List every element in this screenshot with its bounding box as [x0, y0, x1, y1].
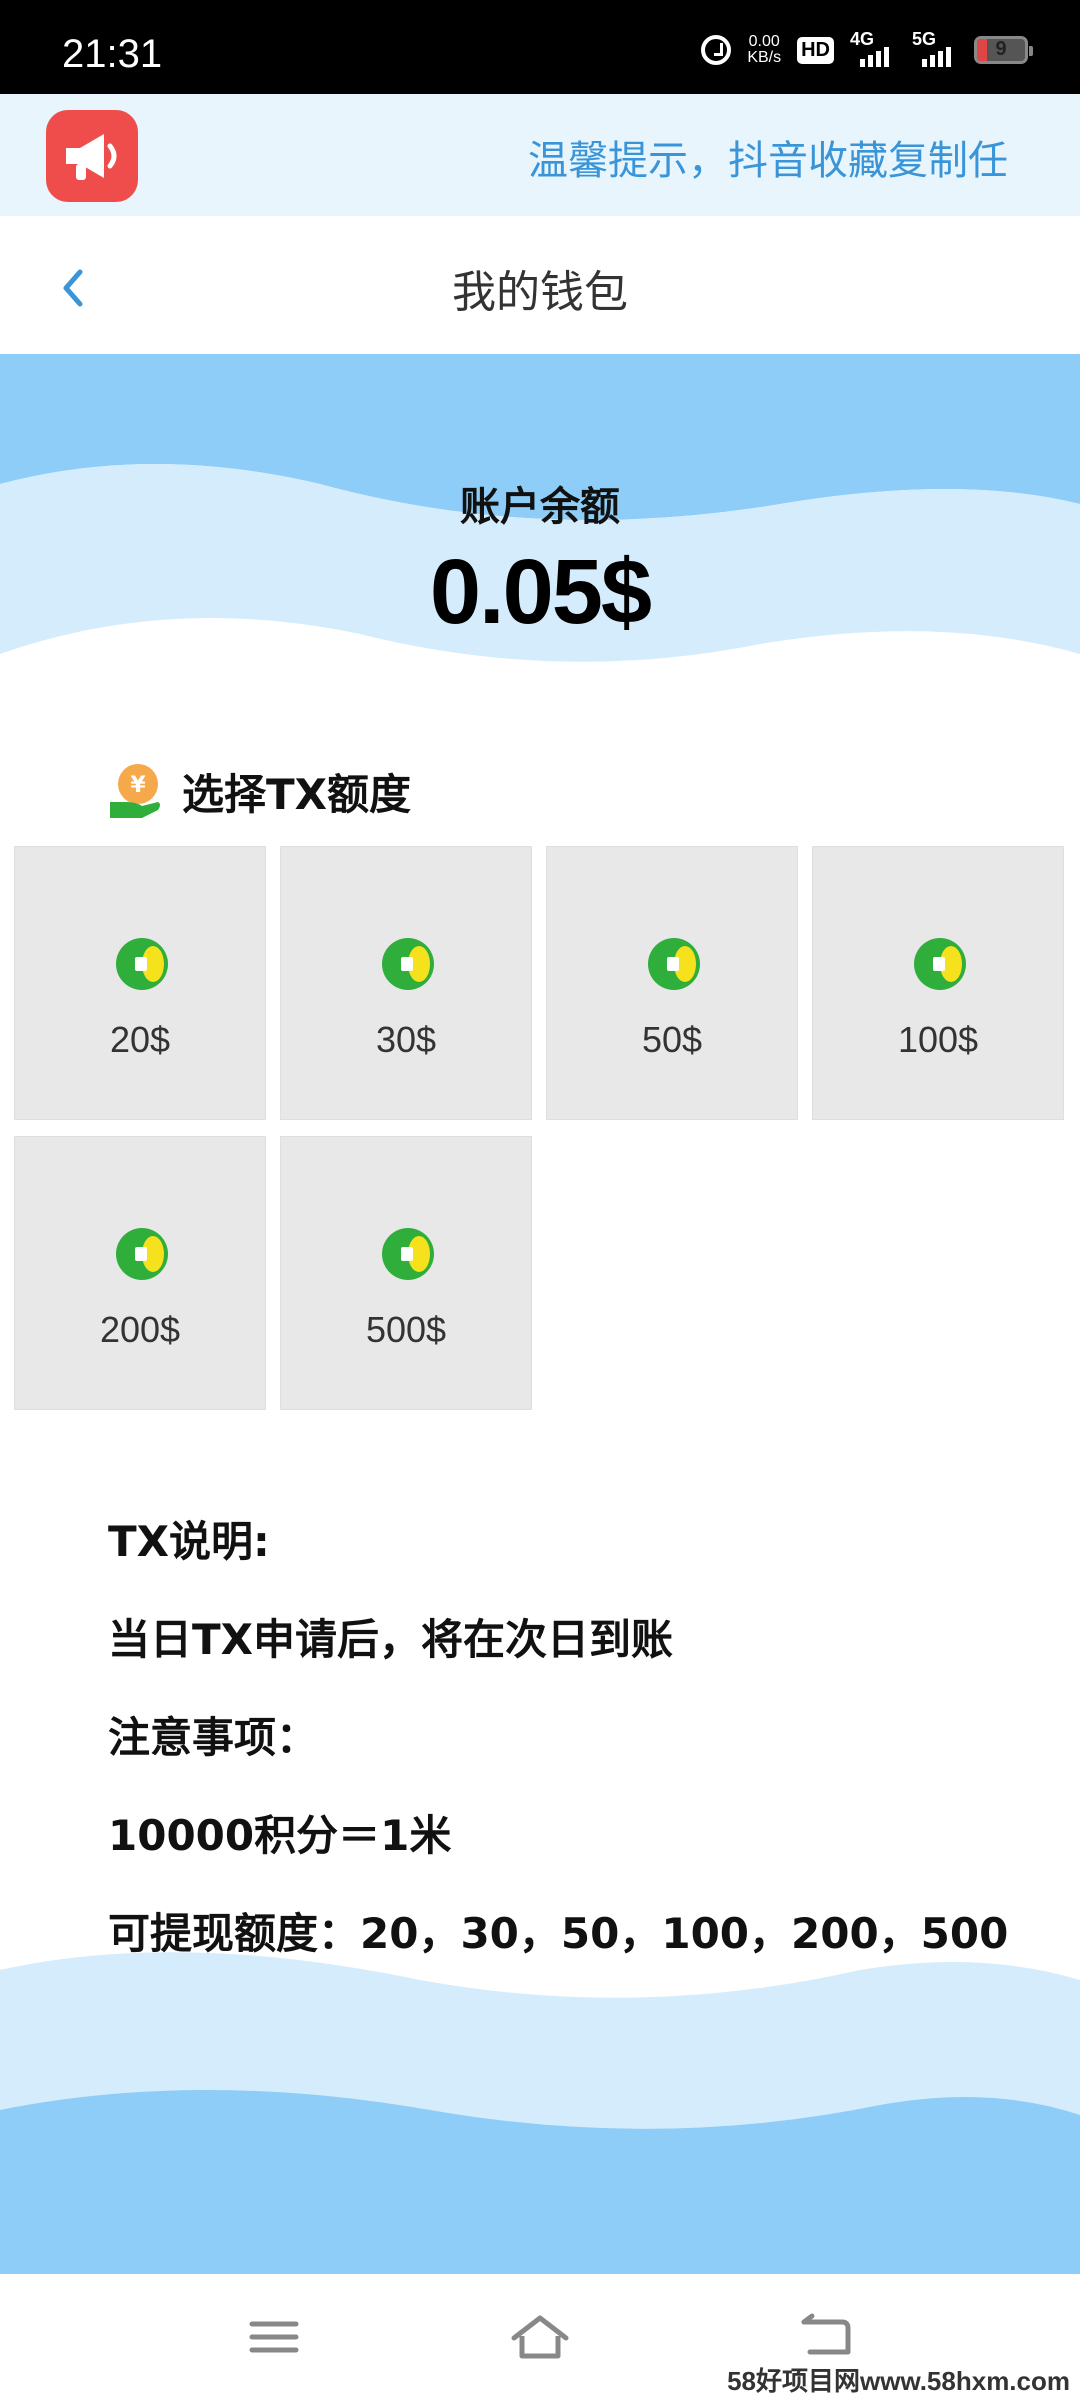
balance-panel: 账户余额 0.05$: [0, 354, 1080, 684]
battery-icon: 9: [974, 36, 1033, 64]
notice-heading: 注意事项：: [108, 1713, 319, 1762]
coin-icon: [116, 1228, 168, 1280]
withdraw-info: TX说明: 当日TX申请后，将在次日到账 注意事项： 10000积分＝1米 可提…: [108, 1512, 1038, 2002]
alarm-icon: [701, 35, 732, 65]
balance-amount: 0.05$: [429, 541, 652, 643]
battery-level: 9: [995, 38, 1007, 60]
option-label: 20$: [109, 1019, 171, 1060]
coin-icon: [914, 938, 966, 990]
watermark: 58好项目网www.58hxm.com: [723, 2361, 1074, 2398]
option-card[interactable]: 50$: [546, 846, 798, 1120]
menu-button[interactable]: [244, 2312, 304, 2362]
info-line: 10000积分＝1米: [108, 1811, 452, 1860]
amount-options: 20$ 30$ 50$ 100$ 200$ 500$: [14, 846, 1066, 1410]
option-label: 50$: [641, 1019, 703, 1060]
notice-bar: 温馨提示，抖音收藏复制任: [0, 94, 1080, 216]
signal-icon-sim1: 4G: [850, 29, 896, 67]
option-card[interactable]: 20$: [14, 846, 266, 1120]
home-icon: [511, 2315, 569, 2359]
coin-icon: [648, 938, 700, 990]
coin-icon: [116, 938, 168, 990]
option-card[interactable]: 200$: [14, 1136, 266, 1410]
status-icons: 0.00 KB/s HD 4G 5G 9: [701, 29, 1033, 70]
status-time: 21:31: [62, 32, 163, 76]
yuan-hand-icon: ¥: [110, 764, 160, 818]
home-button[interactable]: [510, 2312, 570, 2362]
coin-icon: [382, 1228, 434, 1280]
net-speed: 0.00 KB/s: [747, 34, 781, 66]
balance-label: 账户余额: [460, 484, 620, 530]
option-card[interactable]: 30$: [280, 846, 532, 1120]
option-label: 200$: [99, 1309, 181, 1350]
megaphone-icon: [46, 110, 138, 202]
option-card[interactable]: 100$: [812, 846, 1064, 1120]
menu-icon: [249, 2321, 299, 2353]
info-heading: TX说明:: [108, 1517, 270, 1566]
option-label: 500$: [365, 1309, 447, 1350]
option-label: 30$: [375, 1019, 437, 1060]
notice-text[interactable]: 温馨提示，抖音收藏复制任: [528, 128, 1008, 186]
status-bar: 21:31 0.00 KB/s HD 4G 5G 9: [0, 0, 1080, 94]
hd-voice-icon: HD: [797, 36, 834, 64]
section-header: ¥ 选择TX额度: [106, 756, 411, 826]
option-card[interactable]: 500$: [280, 1136, 532, 1410]
info-line: 当日TX申请后，将在次日到账: [108, 1615, 674, 1664]
back-icon: [801, 2313, 851, 2355]
coin-icon: [382, 938, 434, 990]
back-nav-button[interactable]: [796, 2312, 856, 2362]
page-header: 我的钱包: [0, 216, 1080, 354]
option-label: 100$: [897, 1019, 979, 1060]
signal-icon-sim2: 5G: [912, 29, 958, 67]
net-speed-unit: KB/s: [747, 49, 782, 66]
section-title: 选择TX额度: [182, 769, 412, 819]
bottom-wave-background: [0, 1952, 1080, 2274]
svg-text:¥: ¥: [130, 773, 146, 798]
net-speed-value: 0.00: [748, 33, 780, 50]
page-title: 我的钱包: [452, 267, 628, 318]
